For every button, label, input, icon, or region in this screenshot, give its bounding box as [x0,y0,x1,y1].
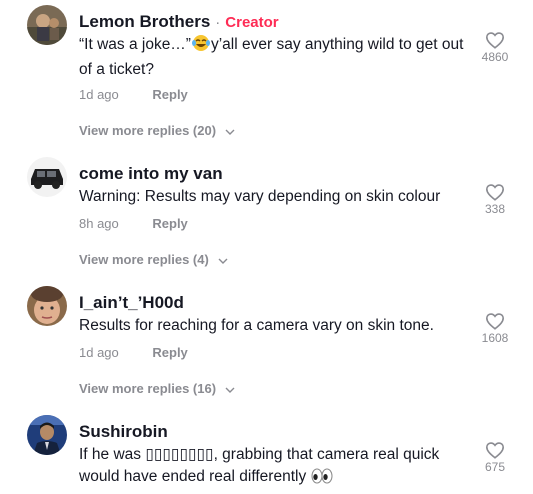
eyes-icon [311,468,333,491]
comment-text: Warning: Results may vary depending on s… [79,188,441,205]
creator-badge: Creator [225,13,279,31]
username[interactable]: Sushirobin [79,422,168,442]
like-count: 1608 [481,331,509,345]
avatar[interactable] [27,5,67,45]
comment-text: “It was a joke…” y’all ever say anything … [79,34,474,81]
reply-button[interactable]: Reply [152,345,187,360]
name-row: I_ain’t_’H00d [79,292,184,314]
username[interactable]: I_ain’t_’H00d [79,293,184,313]
chevron-down-icon [216,381,235,396]
comment-text-part: “It was a joke…” [79,36,191,53]
like-count: 338 [484,202,506,216]
name-row: Sushirobin [79,421,168,443]
heart-icon [474,183,516,201]
view-more-replies[interactable]: View more replies (20) [79,123,235,138]
timestamp: 1d ago [79,87,119,102]
comment-text: Results for reaching for a camera vary o… [79,317,434,334]
avatar[interactable] [27,157,67,197]
view-more-replies[interactable]: View more replies (4) [79,252,228,267]
comment-meta: 8h ago Reply [79,216,188,231]
like-button[interactable]: 1608 [474,312,516,345]
separator: · [215,13,221,31]
like-button[interactable]: 675 [474,441,516,474]
timestamp: 8h ago [79,216,119,231]
comment-meta: 1d ago Reply [79,345,188,360]
heart-icon [474,312,516,330]
username[interactable]: Lemon Brothers [79,12,210,32]
username[interactable]: come into my van [79,164,223,184]
chevron-down-icon [216,123,235,138]
face-with-tears-of-joy-icon [191,34,211,59]
name-row: Lemon Brothers · Creator [79,11,279,33]
avatar[interactable] [27,415,67,455]
heart-icon [474,441,516,459]
comment-meta: 1d ago Reply [79,87,188,102]
view-more-replies-label: View more replies (4) [79,252,209,267]
heart-icon [474,31,516,49]
name-row: come into my van [79,163,223,185]
view-more-replies-label: View more replies (16) [79,381,217,396]
chevron-down-icon [209,252,228,267]
reply-button[interactable]: Reply [152,216,187,231]
comment-text: If he was ▯▯▯▯▯▯▯▯, grabbing that camera… [79,444,474,491]
reply-button[interactable]: Reply [152,87,187,102]
view-more-replies[interactable]: View more replies (16) [79,381,235,396]
like-count: 4860 [481,50,509,64]
like-button[interactable]: 4860 [474,31,516,64]
like-button[interactable]: 338 [474,183,516,216]
avatar[interactable] [27,286,67,326]
view-more-replies-label: View more replies (20) [79,123,217,138]
comment-text-part: If he was ▯▯▯▯▯▯▯▯, grabbing that camera… [79,446,440,485]
timestamp: 1d ago [79,345,119,360]
like-count: 675 [484,460,506,474]
